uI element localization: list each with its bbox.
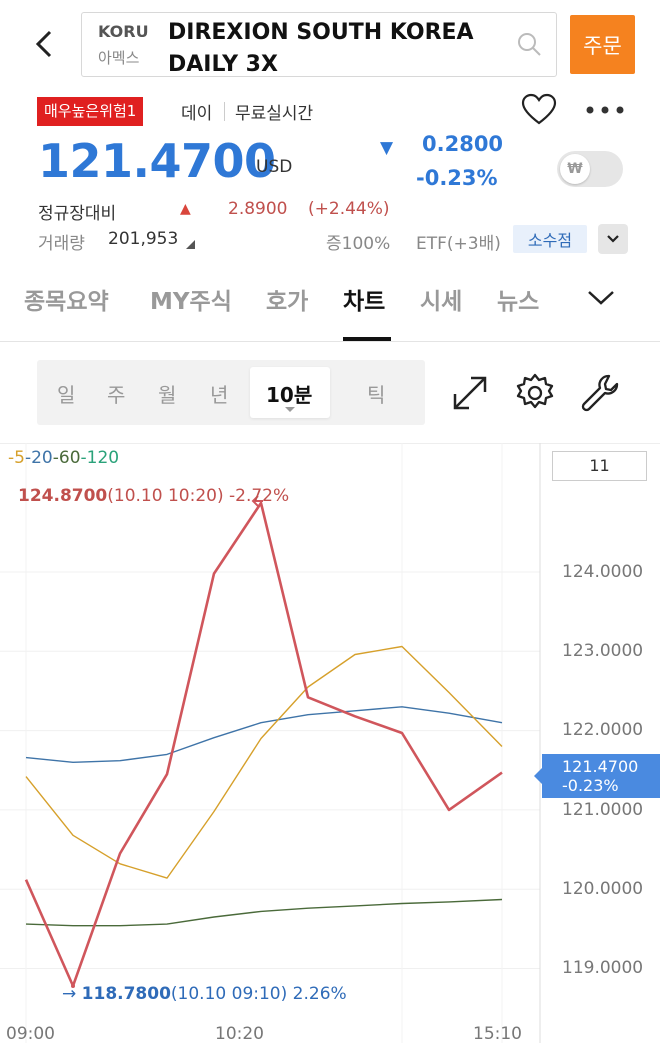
active-tab-indicator <box>343 337 391 341</box>
regular-change-percent: (+2.44%) <box>308 199 390 219</box>
current-price-tag-value: 121.4700 <box>562 757 639 776</box>
stock-search-box[interactable]: KORU 아멕스 DIREXION SOUTH KOREA DAILY 3X <box>81 12 557 77</box>
period-day[interactable]: 일 <box>57 379 75 408</box>
back-button[interactable] <box>30 26 60 62</box>
ma-20-label: 20 <box>31 448 53 468</box>
y-tick-label: 119.0000 <box>562 958 644 978</box>
up-arrow-icon: ▲ <box>180 201 191 217</box>
bar-count-box[interactable]: 11 <box>552 451 647 481</box>
price-chart[interactable] <box>0 443 660 1043</box>
exchange-name: 아멕스 <box>98 49 140 67</box>
risk-badge: 매우높은위험1 <box>37 97 144 126</box>
chevron-down-icon <box>607 235 619 243</box>
chevron-left-icon <box>35 30 52 58</box>
down-arrow-icon: ▼ <box>380 138 394 158</box>
tab-news[interactable]: 뉴스 <box>497 282 539 316</box>
ma-5-label: 5 <box>14 448 25 468</box>
heart-icon[interactable] <box>521 93 557 127</box>
corner-triangle-icon <box>186 240 195 249</box>
ma-60-label: 60 <box>58 448 81 468</box>
volume-label: 거래량 <box>38 234 85 254</box>
realtime-tag: 무료실시간 <box>235 104 314 124</box>
more-options-icon[interactable] <box>585 98 625 122</box>
divider <box>224 102 225 121</box>
y-tick-label: 122.0000 <box>562 720 644 740</box>
period-10min-label: 10분 <box>266 383 313 407</box>
chevron-down-icon[interactable] <box>586 288 616 308</box>
caret-down-icon <box>285 407 295 412</box>
price-change: 0.2800 <box>422 132 504 156</box>
x-tick-label: 15:10 <box>473 1024 522 1043</box>
regular-change: 2.8900 <box>228 199 288 219</box>
tab-summary[interactable]: 종목요약 <box>24 282 109 316</box>
x-tick-label: 09:00 <box>6 1024 55 1043</box>
volume-value: 201,953 <box>108 229 179 249</box>
expand-button[interactable] <box>598 224 628 254</box>
currency-label: USD <box>256 157 293 177</box>
current-price-tag-pct: -0.23% <box>562 776 619 795</box>
currency-toggle[interactable]: ₩ <box>557 151 623 187</box>
tab-quotes[interactable]: 시세 <box>420 282 462 316</box>
high-annotation: 124.8700(10.10 10:20) -2.72% <box>18 486 289 506</box>
high-value: 124.8700 <box>18 486 108 506</box>
stock-name: DIREXION SOUTH KOREA DAILY 3X <box>168 20 474 77</box>
search-icon[interactable] <box>516 31 542 57</box>
low-value: 118.7800 <box>81 984 171 1004</box>
period-tick[interactable]: 틱 <box>367 379 385 408</box>
etf-type: ETF(+3배) <box>416 234 501 254</box>
ma-120-label: 120 <box>86 448 120 468</box>
margin-rate: 증100% <box>326 234 391 254</box>
y-tick-label: 124.0000 <box>562 562 644 582</box>
price-change-percent: -0.23% <box>416 166 498 190</box>
tab-orderbook[interactable]: 호가 <box>266 282 308 316</box>
tab-chart[interactable]: 차트 <box>343 282 385 316</box>
y-tick-label: 120.0000 <box>562 879 644 899</box>
y-tick-label: 123.0000 <box>562 641 644 661</box>
won-icon: ₩ <box>560 154 590 184</box>
high-detail: (10.10 10:20) -2.72% <box>107 486 290 506</box>
low-detail: (10.10 09:10) 2.26% <box>170 984 347 1004</box>
gear-icon[interactable] <box>514 372 556 414</box>
x-tick-label: 10:20 <box>215 1024 264 1043</box>
fractional-button[interactable]: 소수점 <box>513 225 587 253</box>
tab-bar: 종목요약 MY주식 호가 차트 시세 뉴스 <box>0 272 660 342</box>
y-tick-label: 121.0000 <box>562 800 644 820</box>
order-button[interactable]: 주문 <box>570 15 635 74</box>
day-tag: 데이 <box>181 104 213 124</box>
series-line-price <box>24 501 503 988</box>
period-week[interactable]: 주 <box>107 379 125 408</box>
period-month[interactable]: 월 <box>158 379 176 408</box>
period-10min[interactable]: 10분 <box>250 367 330 418</box>
expand-icon[interactable] <box>449 372 491 414</box>
low-annotation: → 118.7800(10.10 09:10) 2.26% <box>62 984 347 1004</box>
period-selector: 일 주 월 년 10분 틱 <box>37 360 425 425</box>
wrench-icon[interactable] <box>579 372 621 414</box>
current-price-tag: 121.4700 -0.23% <box>534 754 660 798</box>
tab-my-stock[interactable]: MY주식 <box>150 282 232 316</box>
ticker-symbol: KORU <box>98 22 149 41</box>
series-line-60 <box>25 898 503 927</box>
current-price: 121.4700 <box>38 134 276 188</box>
period-year[interactable]: 년 <box>210 379 228 408</box>
series-line-5 <box>25 645 503 879</box>
ma-legend: -5-20-60-120 <box>8 448 120 468</box>
regular-session-label: 정규장대비 <box>38 204 117 224</box>
